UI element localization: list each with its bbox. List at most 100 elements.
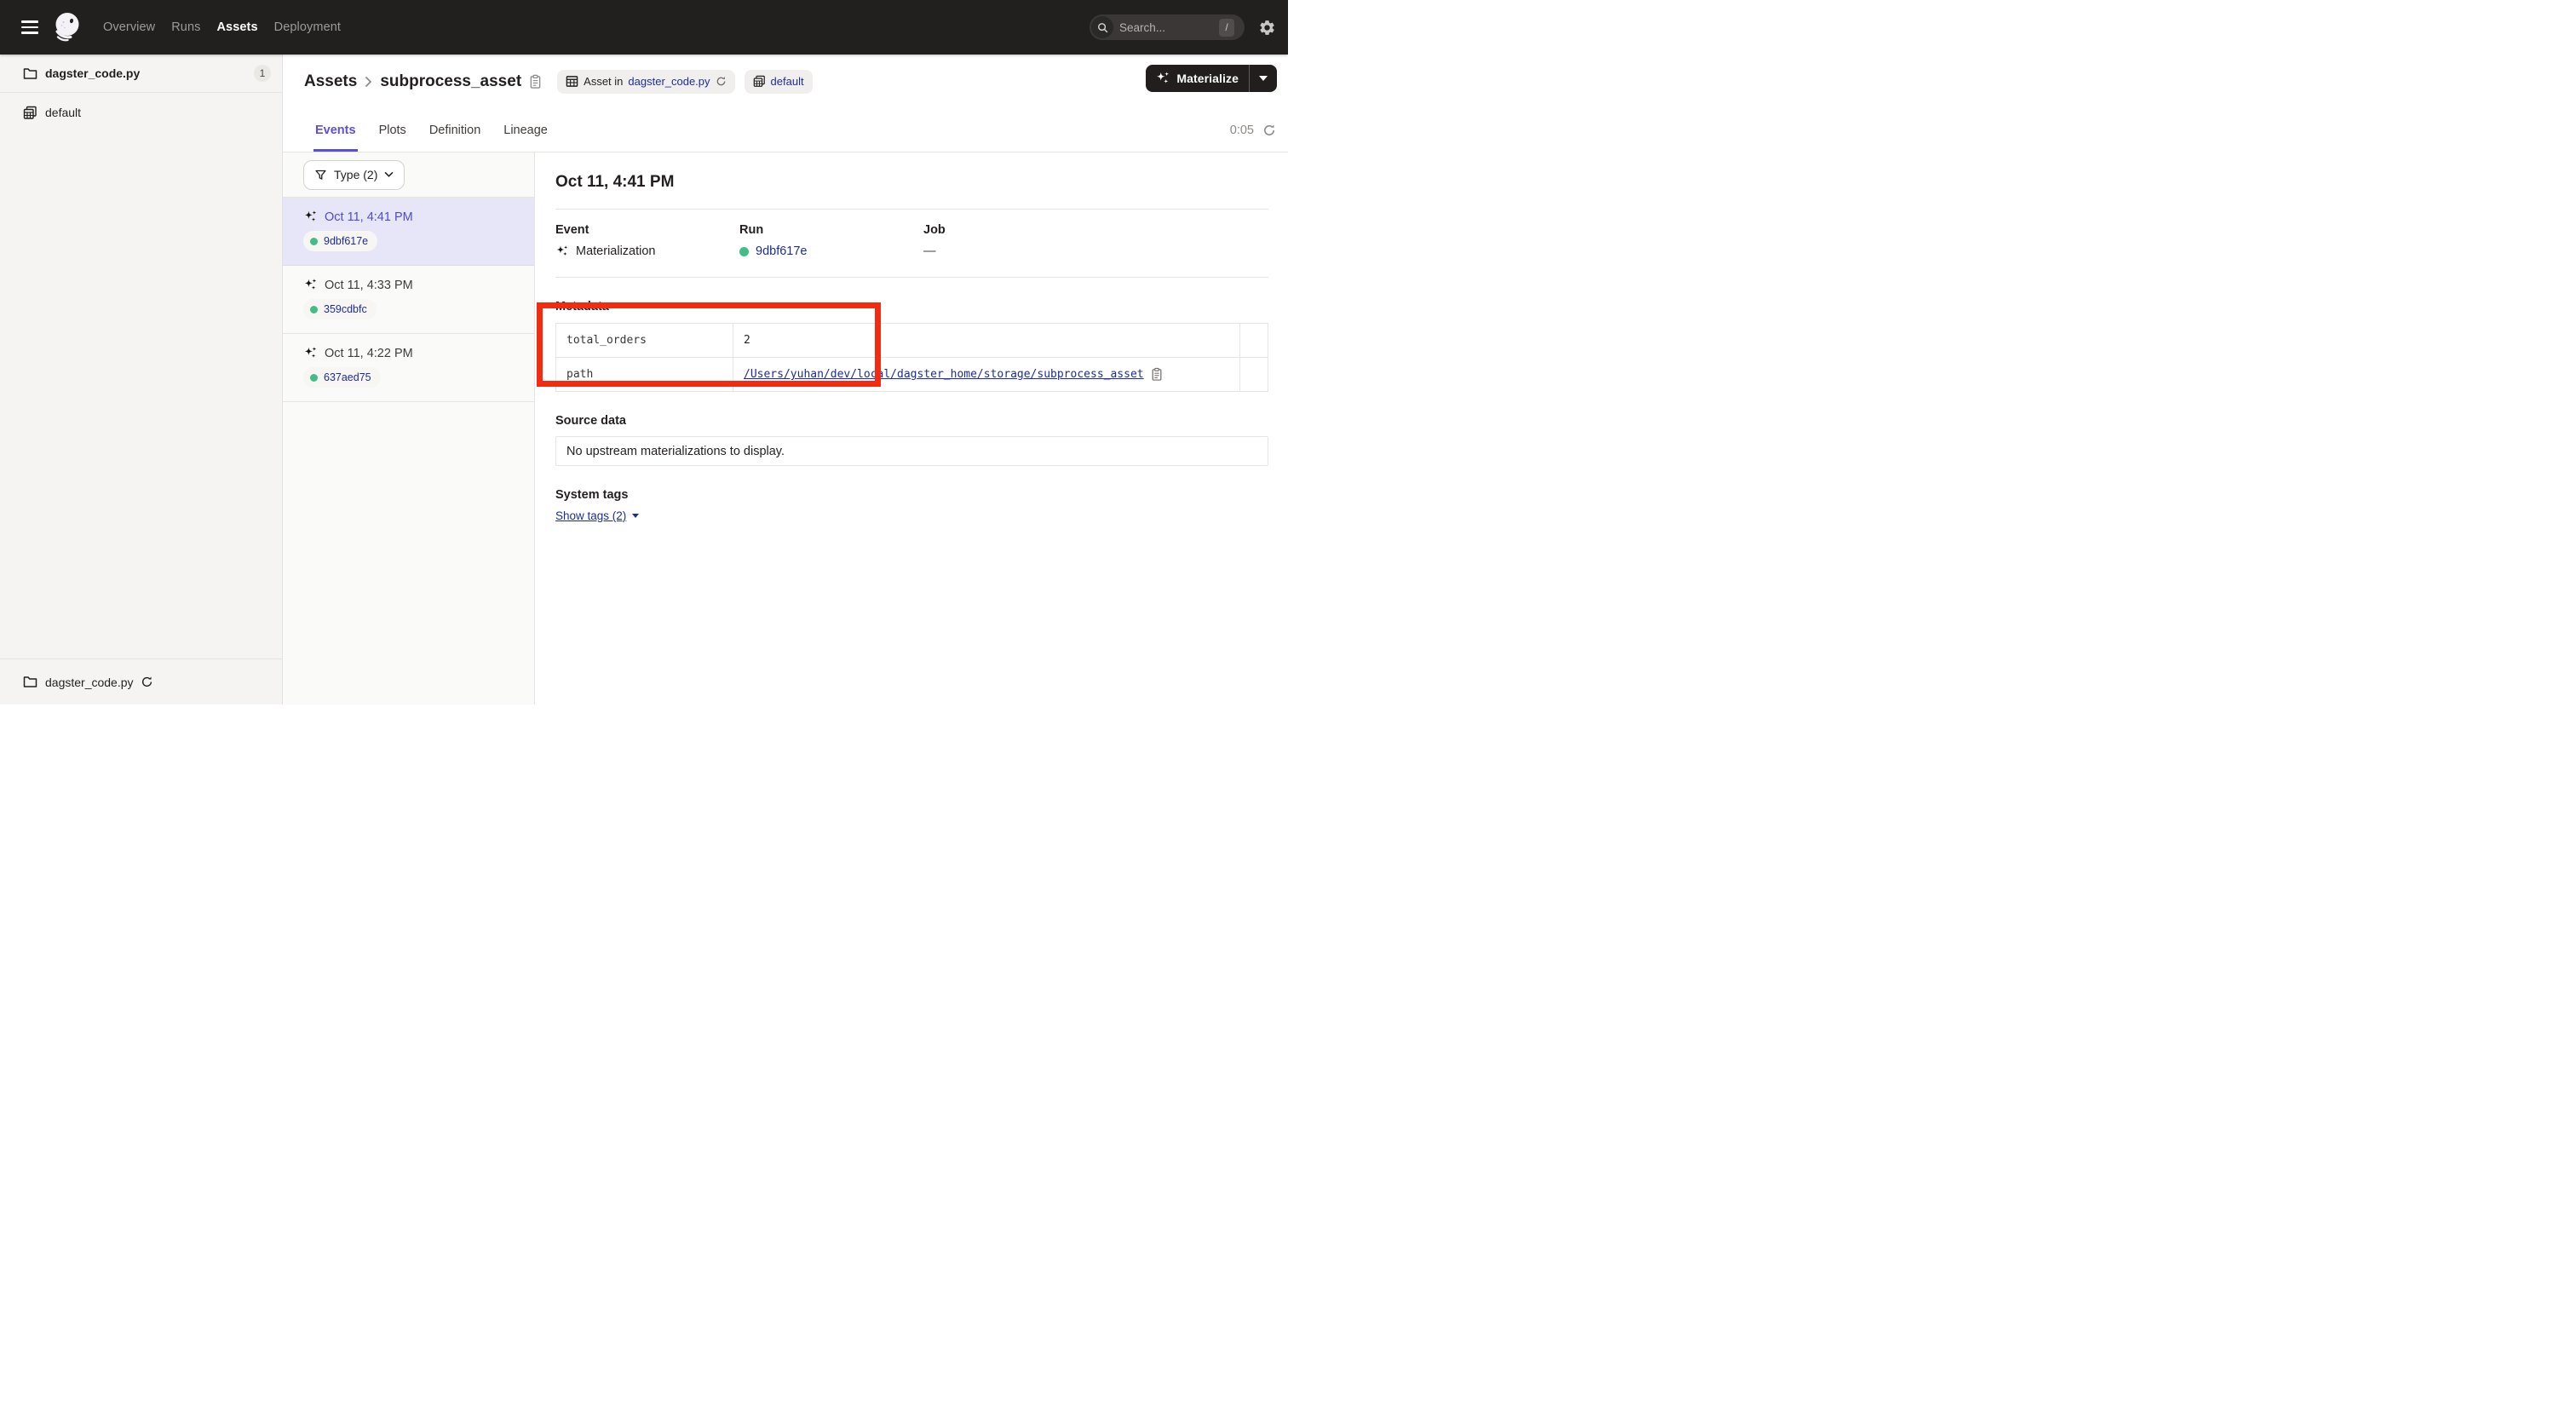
job-column-label: Job <box>923 223 1107 237</box>
refresh-icon[interactable] <box>716 76 727 87</box>
filter-icon <box>314 169 327 181</box>
asset-name: subprocess_asset <box>380 72 521 91</box>
folder-icon <box>23 67 37 80</box>
materialize-dropdown-button[interactable] <box>1250 65 1277 92</box>
metadata-actions-cell <box>1240 324 1268 358</box>
event-timestamp: Oct 11, 4:41 PM <box>325 210 413 224</box>
table-icon <box>566 75 578 88</box>
run-status-dot <box>739 247 749 256</box>
tag-code-location-link[interactable]: dagster_code.py <box>628 75 710 88</box>
materialization-sparkle-icon <box>555 244 569 258</box>
job-value: — <box>923 244 936 258</box>
search-input[interactable] <box>1119 21 1205 34</box>
caret-down-icon <box>632 514 639 518</box>
gear-icon[interactable] <box>1258 19 1276 37</box>
materialization-sparkle-icon <box>303 278 318 292</box>
code-location-sidebar: dagster_code.py 1 default dagster_code.p… <box>0 55 283 704</box>
refresh-icon[interactable] <box>1262 124 1276 137</box>
sidebar-item-code-location[interactable]: dagster_code.py 1 <box>0 55 282 93</box>
events-filter-bar: Type (2) <box>283 152 534 198</box>
breadcrumb: Assets subprocess_asset <box>304 72 542 91</box>
event-timestamp: Oct 11, 4:22 PM <box>325 347 413 360</box>
tab-plots[interactable]: Plots <box>379 108 406 152</box>
nav-overview[interactable]: Overview <box>103 20 155 34</box>
source-data-heading: Source data <box>555 414 1268 428</box>
folder-icon <box>23 676 37 688</box>
nav-assets[interactable]: Assets <box>216 20 257 34</box>
sparkle-icon <box>1155 71 1170 86</box>
tab-lineage[interactable]: Lineage <box>503 108 548 152</box>
type-filter-label: Type (2) <box>334 168 377 181</box>
sidebar-item-group-default[interactable]: default <box>0 93 282 132</box>
table-row: total_orders 2 <box>556 324 1268 358</box>
asset-group-icon <box>753 75 766 88</box>
tab-definition[interactable]: Definition <box>429 108 480 152</box>
metadata-key: total_orders <box>556 324 733 358</box>
run-status-dot <box>310 374 318 382</box>
caret-down-icon <box>1259 76 1268 81</box>
run-pill[interactable]: 359cdbfc <box>303 299 377 319</box>
search-shortcut-badge: / <box>1219 19 1234 37</box>
reload-icon[interactable] <box>141 676 153 688</box>
menu-icon[interactable] <box>21 20 38 34</box>
type-filter-button[interactable]: Type (2) <box>303 160 405 190</box>
show-tags-toggle[interactable]: Show tags (2) <box>555 509 639 522</box>
run-id-link[interactable]: 637aed75 <box>324 371 371 383</box>
materialize-button[interactable]: Materialize <box>1146 65 1277 92</box>
divider <box>555 209 1268 210</box>
run-status-dot <box>310 238 318 245</box>
chevron-right-icon <box>365 76 372 88</box>
event-detail-panel: Oct 11, 4:41 PM Event Materialization <box>535 152 1288 704</box>
metadata-value: 2 <box>733 324 1240 358</box>
run-id-link[interactable]: 9dbf617e <box>756 244 807 258</box>
run-pill[interactable]: 637aed75 <box>303 367 381 388</box>
run-id-link[interactable]: 359cdbfc <box>324 303 367 315</box>
dagster-asset-page: Overview Runs Assets Deployment / dagste <box>0 0 1288 704</box>
sidebar-footer-code-location[interactable]: dagster_code.py <box>0 658 282 704</box>
group-label: default <box>45 106 81 119</box>
run-status-dot <box>310 306 318 313</box>
divider <box>555 277 1268 278</box>
asset-location-tag[interactable]: Asset in dagster_code.py <box>557 70 734 94</box>
nav-deployment[interactable]: Deployment <box>274 20 341 34</box>
table-row: path /Users/yuhan/dev/local/dagster_home… <box>556 358 1268 392</box>
event-list-item[interactable]: Oct 11, 4:41 PM 9dbf617e <box>283 198 534 266</box>
chevron-down-icon <box>384 171 394 178</box>
group-tag[interactable]: default <box>745 70 813 94</box>
show-tags-label: Show tags (2) <box>555 509 626 522</box>
event-list-item[interactable]: Oct 11, 4:33 PM 359cdbfc <box>283 266 534 334</box>
asset-header: Assets subprocess_asset Asset in dagster… <box>283 55 1288 108</box>
code-location-label: dagster_code.py <box>45 66 140 80</box>
run-id-link[interactable]: 9dbf617e <box>324 235 368 247</box>
materialization-sparkle-icon <box>303 210 318 224</box>
metadata-actions-cell <box>1240 358 1268 392</box>
event-list-item[interactable]: Oct 11, 4:22 PM 637aed75 <box>283 334 534 402</box>
copy-asset-name-icon[interactable] <box>529 74 542 89</box>
refresh-countdown: 0:05 <box>1230 124 1254 137</box>
nav-runs[interactable]: Runs <box>171 20 200 34</box>
materialize-label: Materialize <box>1176 72 1239 85</box>
materialization-sparkle-icon <box>303 346 318 360</box>
metadata-path-link[interactable]: /Users/yuhan/dev/local/dagster_home/stor… <box>744 368 1144 381</box>
copy-path-icon[interactable] <box>1151 367 1163 382</box>
tag-prefix: Asset in <box>584 75 623 88</box>
metadata-table: total_orders 2 path /Users/yuhan/dev/loc… <box>555 323 1268 392</box>
run-pill[interactable]: 9dbf617e <box>303 231 377 251</box>
event-detail-title: Oct 11, 4:41 PM <box>555 173 1268 192</box>
asset-tabs: Events Plots Definition Lineage 0:05 <box>283 108 1288 152</box>
asset-group-icon <box>23 106 37 120</box>
asset-count-badge: 1 <box>254 65 271 82</box>
search-box[interactable]: / <box>1090 14 1245 40</box>
breadcrumb-assets-link[interactable]: Assets <box>304 72 357 91</box>
top-nav: Overview Runs Assets Deployment / <box>0 0 1288 55</box>
event-column-label: Event <box>555 223 739 237</box>
tag-group-link[interactable]: default <box>771 75 804 88</box>
search-icon <box>1091 16 1113 38</box>
source-data-empty-state: No upstream materializations to display. <box>555 436 1268 466</box>
event-type-value: Materialization <box>576 244 656 258</box>
dagster-logo-icon[interactable] <box>50 11 83 43</box>
tab-events[interactable]: Events <box>315 108 356 152</box>
system-tags-heading: System tags <box>555 488 1268 502</box>
run-column-label: Run <box>739 223 923 237</box>
events-list-panel: Type (2) Oct 11, 4:41 PM 9dbf617e <box>283 152 535 704</box>
